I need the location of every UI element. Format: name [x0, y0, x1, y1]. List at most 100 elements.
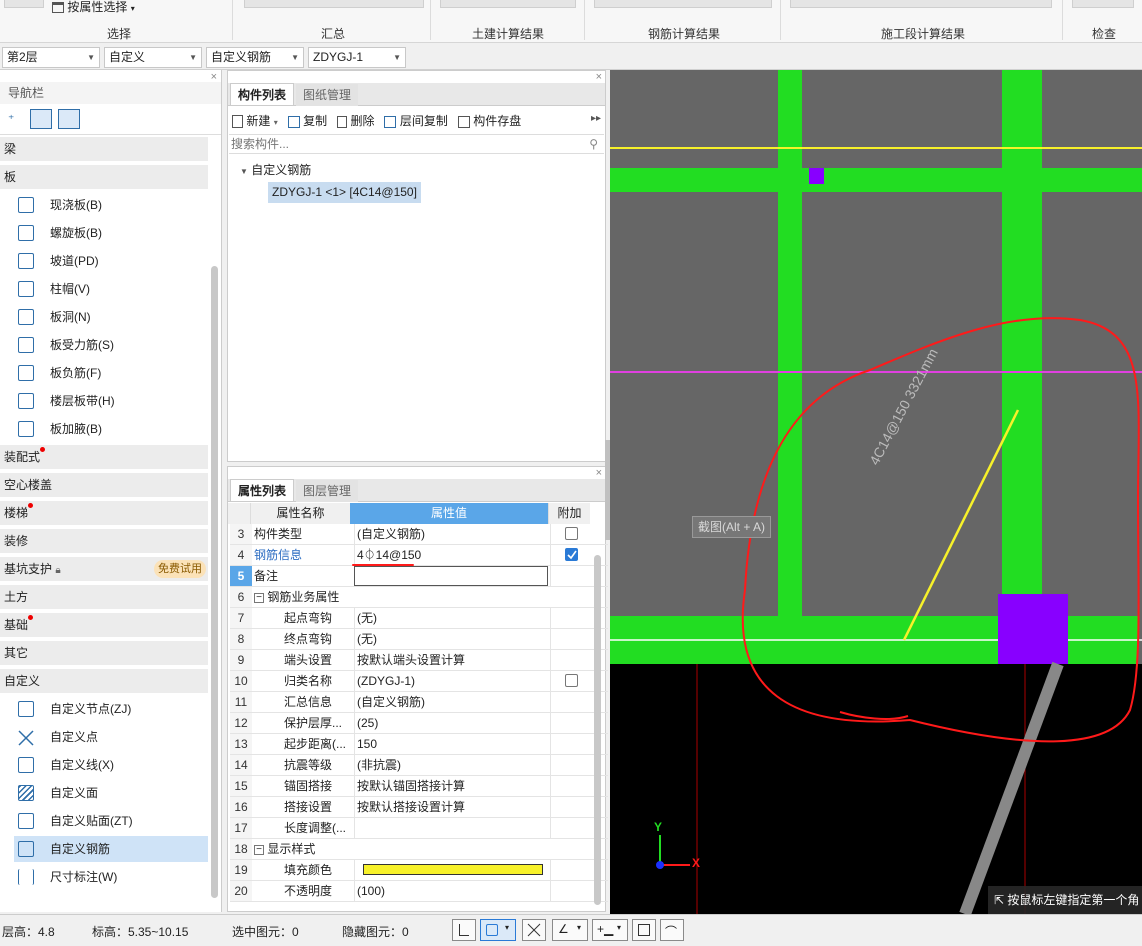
pin-icon[interactable]: ⁺ — [8, 112, 14, 126]
table-row[interactable]: 13 起步距离(... 150 — [230, 734, 608, 755]
row-value[interactable]: (无) — [354, 629, 548, 649]
row-value[interactable]: 按默认搭接设置计算 — [354, 797, 548, 817]
nav-item-custom-node[interactable]: 自定义节点(ZJ) — [14, 696, 208, 722]
table-row[interactable]: 15 锚固搭接 按默认锚固搭接计算 — [230, 776, 608, 797]
nav-item-slab-haunch[interactable]: 板加腋(B) — [14, 416, 208, 442]
save-component-button[interactable]: 构件存盘 — [457, 114, 521, 128]
extra-checkbox-checked[interactable] — [565, 548, 578, 561]
tab-layer-manage[interactable]: 图层管理 — [296, 480, 359, 502]
row-value[interactable]: 150 — [354, 734, 548, 754]
row-value[interactable]: (自定义钢筋) — [354, 692, 548, 712]
nav-item-cast-slab[interactable]: 现浇板(B) — [14, 192, 208, 218]
nav-category-custom[interactable]: 自定义 — [0, 669, 208, 693]
tab-drawing-manage[interactable]: 图纸管理 — [296, 84, 359, 106]
nav-item-dimension[interactable]: 尺寸标注(W) — [14, 864, 208, 890]
row-value[interactable]: (自定义钢筋) — [354, 524, 548, 544]
category-select[interactable]: 自定义 ▼ — [104, 47, 202, 68]
table-row[interactable]: 7 起点弯钩 (无) — [230, 608, 608, 629]
drawing-canvas[interactable]: 4C14@150 3321mm 截图(Alt + A) Y X ⇱ 按鼠标左键指… — [610, 70, 1142, 914]
delete-button[interactable]: 删除 — [337, 114, 374, 128]
type-select[interactable]: 自定义钢筋 ▼ — [206, 47, 304, 68]
display-toggle[interactable] — [632, 919, 656, 941]
tab-component-list[interactable]: 构件列表 — [230, 83, 295, 105]
table-row[interactable]: 8 终点弯钩 (无) — [230, 629, 608, 650]
close-icon[interactable]: × — [596, 467, 602, 479]
extra-checkbox[interactable] — [565, 527, 578, 540]
fill-color-swatch[interactable] — [363, 864, 543, 875]
floor-copy-button[interactable]: 层间复制 — [384, 114, 448, 128]
table-row[interactable]: 4 钢筋信息 4⏀14@150 — [230, 545, 608, 566]
nav-item-custom-paste[interactable]: 自定义贴面(ZT) — [14, 808, 208, 834]
table-row[interactable]: 3 构件类型 (自定义钢筋) — [230, 524, 608, 545]
tree-item-selected[interactable]: ZDYGJ-1 <1> [4C14@150] — [268, 182, 421, 203]
nav-item-slab-strip[interactable]: 楼层板带(H) — [14, 388, 208, 414]
intersect-toggle[interactable] — [522, 919, 546, 941]
table-row[interactable]: 10 归类名称 (ZDYGJ-1) — [230, 671, 608, 692]
nav-item-column-cap[interactable]: 柱帽(V) — [14, 276, 208, 302]
table-row[interactable]: 17 长度调整(... — [230, 818, 608, 839]
civil-result-buttons[interactable] — [440, 0, 576, 8]
table-row[interactable]: 19 填充颜色 — [230, 860, 608, 881]
nav-item-slab-rebar[interactable]: 板受力筋(S) — [14, 332, 208, 358]
search-icon[interactable]: ⚲ — [589, 137, 598, 151]
row-value[interactable]: 按默认端头设置计算 — [354, 650, 548, 670]
tree-root[interactable]: ▼ 自定义钢筋 — [240, 161, 311, 178]
table-row[interactable]: 9 端头设置 按默认端头设置计算 — [230, 650, 608, 671]
ortho-toggle[interactable] — [452, 919, 476, 941]
arc-toggle[interactable]: ⌒ — [660, 919, 684, 941]
free-trial-badge[interactable]: 免费试用 — [154, 560, 206, 578]
nav-item-custom-face[interactable]: 自定义面 — [14, 780, 208, 806]
table-row[interactable]: 16 搭接设置 按默认搭接设置计算 — [230, 797, 608, 818]
nav-item-custom-rebar[interactable]: 自定义钢筋 — [14, 836, 208, 862]
nav-category-pit[interactable]: 基坑支护 🔒︎ 免费试用 — [0, 557, 208, 581]
remark-input[interactable] — [354, 566, 548, 586]
rebar-result-buttons[interactable] — [594, 0, 772, 8]
row-value[interactable]: (ZDYGJ-1) — [354, 671, 548, 691]
nav-category-other[interactable]: 其它 — [0, 641, 208, 665]
new-button[interactable]: 新建 ▾ — [232, 114, 278, 129]
nav-item-neg-rebar[interactable]: 板负筋(F) — [14, 360, 208, 386]
nav-scrollbar[interactable] — [211, 266, 218, 898]
detail-view-icon[interactable] — [58, 109, 80, 129]
copy-button[interactable]: 复制 — [287, 114, 327, 128]
properties-scrollbar[interactable] — [594, 555, 601, 905]
row-value[interactable]: (无) — [354, 608, 548, 628]
nav-category-hollow[interactable]: 空心楼盖 — [0, 473, 208, 497]
collapse-icon[interactable]: − — [254, 844, 264, 855]
table-row[interactable]: 14 抗震等级 (非抗震) — [230, 755, 608, 776]
row-value[interactable]: (25) — [354, 713, 548, 733]
snap-toggle[interactable]: ▾ — [480, 919, 516, 941]
extra-checkbox[interactable] — [565, 674, 578, 687]
fill-color-cell[interactable] — [354, 860, 548, 880]
offset-toggle[interactable]: +▁ ▾ — [592, 919, 628, 941]
list-view-icon[interactable] — [30, 109, 52, 129]
summary-buttons[interactable] — [244, 0, 424, 8]
select-button[interactable] — [4, 0, 44, 8]
row-value[interactable]: 按默认锚固搭接计算 — [354, 776, 548, 796]
table-row[interactable]: 20 不透明度 (100) — [230, 881, 608, 902]
search-box[interactable]: ⚲ — [229, 134, 604, 154]
row-value[interactable] — [354, 818, 548, 838]
row-value[interactable]: 4⏀14@150 — [354, 545, 548, 565]
search-input[interactable] — [229, 135, 569, 153]
check-buttons[interactable] — [1072, 0, 1134, 8]
attr-select-button[interactable]: 按属性选择 ▾ — [52, 0, 135, 14]
nav-item-spiral-slab[interactable]: 螺旋板(B) — [14, 220, 208, 246]
nav-category-beam[interactable]: 梁 — [0, 137, 208, 161]
component-select[interactable]: ZDYGJ-1 ▼ — [308, 47, 406, 68]
nav-item-ramp[interactable]: 坡道(PD) — [14, 248, 208, 274]
nav-item-custom-point[interactable]: 自定义点 — [14, 724, 208, 750]
close-icon[interactable]: × — [596, 71, 602, 83]
row-value[interactable]: (非抗震) — [354, 755, 548, 775]
nav-item-custom-line[interactable]: 自定义线(X) — [14, 752, 208, 778]
nav-category-prefab[interactable]: 装配式 — [0, 445, 208, 469]
angle-toggle[interactable]: ∠ ▾ — [552, 919, 588, 941]
table-row[interactable]: 11 汇总信息 (自定义钢筋) — [230, 692, 608, 713]
row-value[interactable]: (100) — [354, 881, 548, 901]
nav-category-slab[interactable]: 板 — [0, 165, 208, 189]
more-icon[interactable]: ▸▸ — [591, 113, 601, 124]
table-row[interactable]: 12 保护层厚... (25) — [230, 713, 608, 734]
table-row-active[interactable]: 5 备注 — [230, 566, 608, 587]
table-row-group[interactable]: 6− 钢筋业务属性 — [230, 587, 608, 608]
nav-item-slab-hole[interactable]: 板洞(N) — [14, 304, 208, 330]
